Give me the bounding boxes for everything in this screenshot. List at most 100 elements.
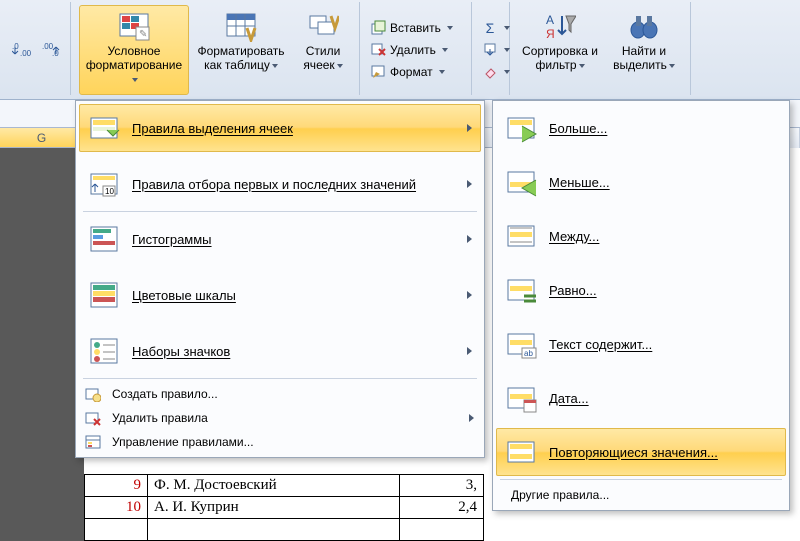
menu-greater-than[interactable]: Больше... <box>496 104 786 152</box>
new-rule-icon <box>84 385 102 403</box>
format-label: Формат <box>390 65 433 79</box>
editing-quick-group: Σ <box>474 2 510 95</box>
submenu-arrow-icon <box>469 414 474 422</box>
data-table: 9 Ф. М. Достоевский 3, 10 А. И. Куприн 2… <box>84 474 484 541</box>
svg-text:10: 10 <box>105 187 114 196</box>
ribbon: .0.00 .00.0 ✎ Условное форматирование <box>0 0 800 100</box>
duplicate-values-icon <box>505 435 539 469</box>
menu-label: Другие правила... <box>511 488 779 502</box>
row-value <box>400 519 484 541</box>
menu-new-rule[interactable]: Создать правило... <box>79 382 481 406</box>
find-select-label: Найти и выделить <box>613 44 667 72</box>
menu-label: Создать правило... <box>112 387 474 401</box>
menu-clear-rules[interactable]: Удалить правила <box>79 406 481 430</box>
submenu-arrow-icon <box>467 291 472 299</box>
table-row[interactable]: 9 Ф. М. Достоевский 3, <box>85 475 484 497</box>
insert-icon <box>370 20 386 36</box>
increase-decimal-button[interactable]: .0.00 <box>10 37 34 61</box>
less-than-icon <box>505 165 539 199</box>
menu-less-than[interactable]: Меньше... <box>496 158 786 206</box>
cell-styles-button[interactable]: Стили ячеек <box>293 5 353 95</box>
menu-label: Между... <box>549 229 599 244</box>
sort-filter-button[interactable]: АЯ Сортировка и фильтр <box>518 5 602 95</box>
row-value: 2,4 <box>400 497 484 519</box>
row-number: 10 <box>85 497 148 519</box>
sigma-icon: Σ <box>482 20 498 36</box>
chevron-down-icon <box>272 64 278 68</box>
menu-separator <box>83 378 477 379</box>
svg-text:ab: ab <box>524 349 533 358</box>
manage-rules-icon <box>84 433 102 451</box>
row-number <box>85 519 148 541</box>
between-icon <box>505 219 539 253</box>
menu-label: Цветовые шкалы <box>132 288 236 303</box>
cells-group: Вставить Удалить Формат <box>362 2 472 95</box>
menu-date-occurring[interactable]: Дата... <box>496 374 786 422</box>
svg-text:А: А <box>546 13 554 27</box>
menu-more-rules[interactable]: Другие правила... <box>496 483 786 507</box>
text-contains-icon: ab <box>505 327 539 361</box>
menu-duplicate-values[interactable]: Повторяющиеся значения... <box>496 428 786 476</box>
menu-icon-sets[interactable]: Наборы значков <box>79 327 481 375</box>
number-format-group: .0.00 .00.0 <box>4 2 71 95</box>
format-as-table-button[interactable]: Форматировать как таблицу <box>191 5 291 95</box>
editing-group: АЯ Сортировка и фильтр Найти и выделить <box>512 2 691 95</box>
menu-top-bottom-rules[interactable]: 10 Правила отбора первых и последних зна… <box>79 160 481 208</box>
menu-label: Удалить правила <box>112 411 459 425</box>
svg-text:.0: .0 <box>12 42 19 51</box>
svg-text:Я: Я <box>546 27 555 41</box>
sort-filter-label: Сортировка и фильтр <box>522 44 598 72</box>
menu-label: Текст содержит... <box>549 337 652 352</box>
conditional-formatting-label: Условное форматирование <box>86 44 182 72</box>
chevron-down-icon <box>442 48 448 52</box>
eraser-icon <box>482 64 498 80</box>
top-bottom-icon: 10 <box>88 167 122 201</box>
autosum-button[interactable]: Σ <box>480 19 512 37</box>
find-select-button[interactable]: Найти и выделить <box>604 5 684 95</box>
clear-rules-icon <box>84 409 102 427</box>
menu-label: Больше... <box>549 121 607 136</box>
highlight-rules-submenu: Больше... Меньше... Между... Равно... ab… <box>492 100 790 511</box>
equal-icon <box>505 273 539 307</box>
delete-icon <box>370 42 386 58</box>
menu-manage-rules[interactable]: Управление правилами... <box>79 430 481 454</box>
chevron-down-icon <box>447 26 453 30</box>
menu-data-bars[interactable]: Гистограммы <box>79 215 481 263</box>
menu-equal-to[interactable]: Равно... <box>496 266 786 314</box>
svg-text:✎: ✎ <box>139 29 147 40</box>
menu-separator <box>83 211 477 212</box>
cell-styles-label: Стили ячеек <box>303 44 340 72</box>
conditional-formatting-button[interactable]: ✎ Условное форматирование <box>79 5 189 95</box>
data-bars-icon <box>88 222 122 256</box>
menu-text-contains[interactable]: ab Текст содержит... <box>496 320 786 368</box>
menu-color-scales[interactable]: Цветовые шкалы <box>79 271 481 319</box>
chevron-down-icon <box>132 78 138 82</box>
menu-between[interactable]: Между... <box>496 212 786 260</box>
chevron-down-icon <box>579 64 585 68</box>
decrease-decimal-button[interactable]: .00.0 <box>40 37 64 61</box>
greater-than-icon <box>505 111 539 145</box>
format-as-table-icon <box>225 10 257 42</box>
menu-highlight-cell-rules[interactable]: Правила выделения ячеек <box>79 104 481 152</box>
binoculars-icon <box>628 10 660 42</box>
clear-button[interactable] <box>480 63 512 81</box>
author-name <box>148 519 400 541</box>
color-scales-icon <box>88 278 122 312</box>
chevron-down-icon <box>337 64 343 68</box>
format-button[interactable]: Формат <box>368 63 447 81</box>
insert-button[interactable]: Вставить <box>368 19 455 37</box>
col-header-G[interactable]: G <box>0 128 84 147</box>
chevron-down-icon <box>669 64 675 68</box>
fill-down-icon <box>482 42 498 58</box>
delete-label: Удалить <box>390 43 436 57</box>
fill-button[interactable] <box>480 41 512 59</box>
menu-label: Правила выделения ячеек <box>132 121 293 136</box>
table-row[interactable]: 10 А. И. Куприн 2,4 <box>85 497 484 519</box>
menu-label: Наборы значков <box>132 344 230 359</box>
table-row[interactable] <box>85 519 484 541</box>
cell-styles-icon <box>307 10 339 42</box>
submenu-arrow-icon <box>467 180 472 188</box>
menu-label: Повторяющиеся значения... <box>549 445 718 460</box>
menu-label: Меньше... <box>549 175 610 190</box>
delete-button[interactable]: Удалить <box>368 41 450 59</box>
